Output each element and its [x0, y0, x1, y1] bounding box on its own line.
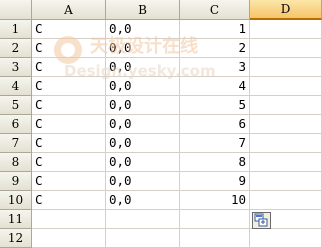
cell-c7[interactable]: 7	[180, 134, 250, 153]
cell-a12[interactable]	[32, 229, 106, 248]
cell-a3[interactable]: C	[32, 58, 106, 77]
cell-c9[interactable]: 9	[180, 172, 250, 191]
cell-d5[interactable]	[250, 96, 322, 115]
cell-d10[interactable]	[250, 191, 322, 210]
column-header-a[interactable]: A	[32, 0, 106, 20]
row-header[interactable]: 4	[0, 77, 32, 96]
row-header[interactable]: 9	[0, 172, 32, 191]
row-header[interactable]: 11	[0, 210, 32, 229]
cell-b7[interactable]: 0,0	[106, 134, 180, 153]
cell-d9[interactable]	[250, 172, 322, 191]
cell-d4[interactable]	[250, 77, 322, 96]
cell-a10[interactable]: C	[32, 191, 106, 210]
cell-c2[interactable]: 2	[180, 39, 250, 58]
cell-b6[interactable]: 0,0	[106, 115, 180, 134]
cell-d2[interactable]	[250, 39, 322, 58]
cell-c11[interactable]	[180, 210, 250, 229]
cell-a5[interactable]: C	[32, 96, 106, 115]
paste-options-icon	[254, 213, 268, 227]
cell-a6[interactable]: C	[32, 115, 106, 134]
row-header[interactable]: 1	[0, 20, 32, 39]
cell-a8[interactable]: C	[32, 153, 106, 172]
cell-d12[interactable]	[250, 229, 322, 248]
row-header[interactable]: 8	[0, 153, 32, 172]
cell-b2[interactable]: 0,0	[106, 39, 180, 58]
cell-b11[interactable]	[106, 210, 180, 229]
cell-a7[interactable]: C	[32, 134, 106, 153]
cell-d1[interactable]	[250, 20, 322, 39]
cell-b3[interactable]: 0,0	[106, 58, 180, 77]
cell-b8[interactable]: 0,0	[106, 153, 180, 172]
cell-a11[interactable]	[32, 210, 106, 229]
row-header[interactable]: 12	[0, 229, 32, 248]
cell-c1[interactable]: 1	[180, 20, 250, 39]
cell-b4[interactable]: 0,0	[106, 77, 180, 96]
cell-c5[interactable]: 5	[180, 96, 250, 115]
paste-options-button[interactable]	[252, 212, 271, 229]
row-header[interactable]: 5	[0, 96, 32, 115]
cell-d3[interactable]	[250, 58, 322, 77]
cell-c10[interactable]: 10	[180, 191, 250, 210]
select-all-corner[interactable]	[0, 0, 32, 20]
cell-a2[interactable]: C	[32, 39, 106, 58]
cell-c3[interactable]: 3	[180, 58, 250, 77]
cell-b10[interactable]: 0,0	[106, 191, 180, 210]
row-header[interactable]: 10	[0, 191, 32, 210]
cell-d8[interactable]	[250, 153, 322, 172]
cell-b9[interactable]: 0,0	[106, 172, 180, 191]
cell-a4[interactable]: C	[32, 77, 106, 96]
row-header[interactable]: 3	[0, 58, 32, 77]
column-header-c[interactable]: C	[180, 0, 250, 20]
cell-d7[interactable]	[250, 134, 322, 153]
cell-c4[interactable]: 4	[180, 77, 250, 96]
cell-a1[interactable]: C	[32, 20, 106, 39]
spreadsheet-grid: ABCD 1 C 0,0 1 2 C 0,0 2 3 C 0,0 3 4 C 0,0 4 5 C 0,0 5 6 C 0,0…	[0, 0, 322, 248]
cell-b1[interactable]: 0,0	[106, 20, 180, 39]
cell-a9[interactable]: C	[32, 172, 106, 191]
cell-c8[interactable]: 8	[180, 153, 250, 172]
cell-c6[interactable]: 6	[180, 115, 250, 134]
cell-b12[interactable]	[106, 229, 180, 248]
column-header-d[interactable]: D	[250, 0, 322, 20]
cell-c12[interactable]	[180, 229, 250, 248]
row-header[interactable]: 2	[0, 39, 32, 58]
row-header[interactable]: 6	[0, 115, 32, 134]
cell-b5[interactable]: 0,0	[106, 96, 180, 115]
column-header-b[interactable]: B	[106, 0, 180, 20]
cell-d6[interactable]	[250, 115, 322, 134]
row-header[interactable]: 7	[0, 134, 32, 153]
